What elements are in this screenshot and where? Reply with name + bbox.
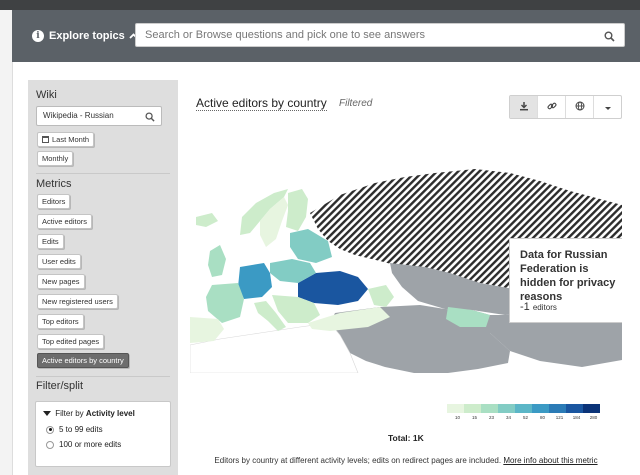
- filter-panel: Filter by Activity level 5 to 99 edits 1…: [35, 401, 171, 467]
- metric-edits[interactable]: Edits: [37, 234, 64, 249]
- legend-tick-label: 23: [488, 415, 495, 420]
- legend-swatch: [481, 404, 498, 413]
- search-icon: [145, 111, 155, 129]
- metric-label: Active editors by country: [42, 356, 124, 365]
- metric-active-editors-by-country[interactable]: Active editors by country: [37, 353, 129, 368]
- globe-button[interactable]: [566, 96, 594, 118]
- question-search-input[interactable]: [136, 24, 586, 46]
- metric-label: New registered users: [42, 297, 113, 306]
- legend-swatches: [447, 404, 623, 413]
- legend-swatch: [566, 404, 583, 413]
- legend-swatch: [515, 404, 532, 413]
- country-uk[interactable]: [208, 245, 226, 277]
- link-button[interactable]: [538, 96, 566, 118]
- metric-active-editors[interactable]: Active editors: [37, 214, 93, 229]
- total-label: Total: 1K: [388, 433, 424, 443]
- search-icon[interactable]: [604, 29, 615, 47]
- legend-swatch: [498, 404, 515, 413]
- radio-unselected[interactable]: [46, 440, 54, 449]
- legend-swatch: [464, 404, 481, 413]
- filter-option-5-99[interactable]: 5 to 99 edits: [46, 425, 103, 434]
- explore-topics-label: Explore topics: [49, 30, 125, 42]
- granularity-button[interactable]: Monthly: [37, 151, 74, 166]
- funnel-icon: [43, 411, 51, 416]
- legend-swatch: [447, 404, 464, 413]
- metrics-heading: Metrics: [36, 178, 72, 190]
- filtered-label: Filtered: [339, 98, 373, 109]
- wiki-selector[interactable]: Wikipedia - Russian: [36, 106, 162, 126]
- legend-tick-label: 184: [572, 415, 581, 420]
- granularity-label: Monthly: [42, 154, 69, 163]
- legend-tick-label: 52: [522, 415, 529, 420]
- chart-title[interactable]: Active editors by country: [196, 96, 327, 111]
- link-icon: [547, 98, 557, 116]
- options-dropdown-button[interactable]: [594, 96, 621, 118]
- metric-new-registered-users[interactable]: New registered users: [37, 294, 118, 309]
- filter-prefix: Filter by: [55, 409, 84, 418]
- divider: [36, 376, 170, 377]
- caption-text: Editors by country at different activity…: [214, 456, 502, 465]
- divider: [36, 173, 170, 174]
- legend-tick-label: 34: [505, 415, 512, 420]
- tooltip-number: -1: [520, 301, 530, 313]
- metric-label: Top edited pages: [42, 337, 100, 346]
- legend-tick-label: 80: [539, 415, 546, 420]
- metric-new-pages[interactable]: New pages: [37, 274, 85, 289]
- tooltip-unit: editors: [532, 303, 557, 312]
- radio-selected[interactable]: [46, 425, 54, 434]
- time-range-button[interactable]: Last Month: [37, 132, 95, 147]
- more-info-link[interactable]: More info about this metric: [503, 456, 597, 465]
- wiki-heading: Wiki: [36, 89, 57, 101]
- legend-tick-label: 280: [589, 415, 598, 420]
- caret-down-icon: [604, 98, 612, 116]
- filter-option-100-plus[interactable]: 100 or more edits: [46, 440, 121, 449]
- metric-label: Active editors: [42, 217, 88, 226]
- metric-label: New pages: [42, 277, 80, 286]
- top-band: [0, 0, 640, 10]
- country-iceland[interactable]: [196, 213, 218, 227]
- calendar-icon: [42, 136, 49, 143]
- metric-user-edits[interactable]: User edits: [37, 254, 81, 269]
- country-finland[interactable]: [286, 189, 308, 231]
- time-range-label: Last Month: [52, 135, 90, 144]
- legend-swatch: [583, 404, 600, 413]
- legend-tick-label: 121: [555, 415, 564, 420]
- color-legend: 10 15 23 34 52 80 121 184 280: [447, 404, 623, 423]
- chart-caption: Editors by country at different activity…: [196, 455, 616, 466]
- filter-title[interactable]: Filter by Activity level: [43, 409, 135, 418]
- info-icon: i: [32, 30, 44, 42]
- legend-swatch: [549, 404, 566, 413]
- metric-top-editors[interactable]: Top editors: [37, 314, 84, 329]
- metric-editors[interactable]: Editors: [37, 194, 71, 209]
- country-caucasus[interactable]: [368, 285, 394, 307]
- country-germany[interactable]: [238, 263, 272, 299]
- metric-label: User edits: [42, 257, 76, 266]
- globe-icon: [575, 98, 585, 116]
- tooltip-message: Data for Russian Federation is hidden fo…: [520, 249, 616, 303]
- metric-label: Edits: [42, 237, 59, 246]
- tooltip-value: -1 editors: [520, 301, 557, 313]
- option-label: 100 or more edits: [59, 440, 122, 449]
- legend-ticks: 10 15 23 34 52 80 121 184 280: [447, 415, 623, 423]
- explore-topics-button[interactable]: i Explore topics: [32, 25, 138, 47]
- metric-label: Editors: [42, 197, 66, 206]
- metric-label: Top editors: [42, 317, 79, 326]
- filter-field: Activity level: [85, 409, 135, 418]
- wiki-value: Wikipedia - Russian: [43, 111, 114, 120]
- metric-top-edited-pages[interactable]: Top edited pages: [37, 334, 105, 349]
- filter-split-heading: Filter/split: [36, 380, 84, 392]
- country-france[interactable]: [206, 283, 244, 323]
- legend-tick-label: 15: [471, 415, 478, 420]
- question-search[interactable]: [135, 23, 625, 47]
- chart-toolbar: [509, 95, 622, 119]
- option-label: 5 to 99 edits: [59, 425, 103, 434]
- map-tooltip: Data for Russian Federation is hidden fo…: [509, 238, 622, 323]
- explore-bar: i Explore topics: [12, 10, 640, 62]
- download-icon: [519, 98, 529, 116]
- legend-tick-label: 10: [454, 415, 461, 420]
- legend-swatch: [532, 404, 549, 413]
- download-button[interactable]: [510, 96, 538, 118]
- sidebar: Wiki Wikipedia - Russian Last Month Mont…: [28, 80, 178, 475]
